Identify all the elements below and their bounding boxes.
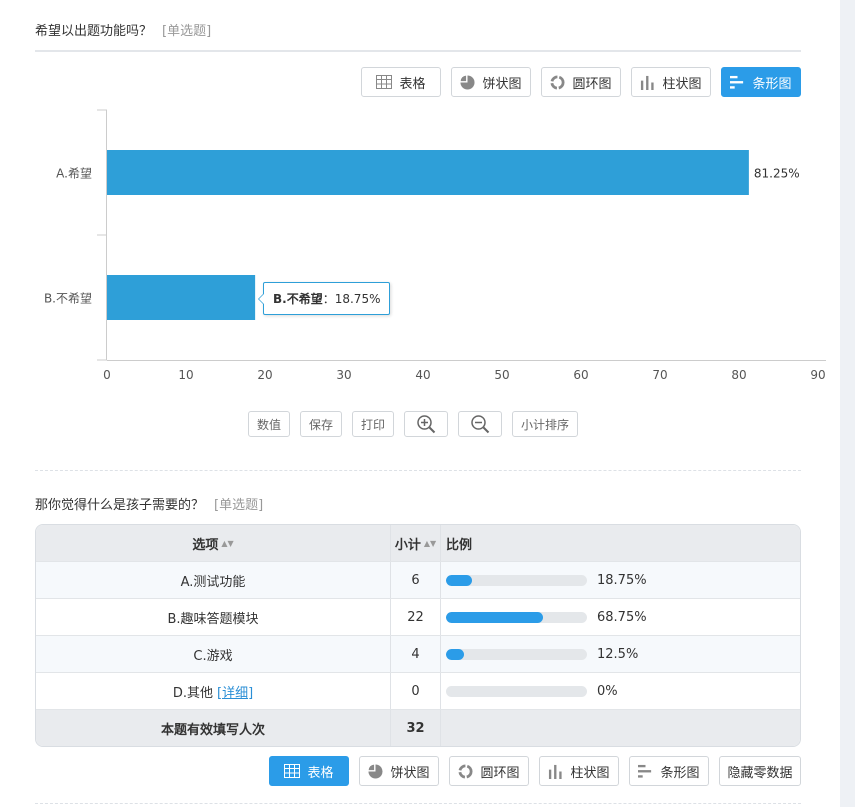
view-column-button[interactable]: 柱状图 — [631, 67, 711, 97]
row-option: B.趣味答题模块 — [36, 599, 391, 635]
column-chart-icon — [641, 75, 655, 90]
row-ratio: 68.75% — [441, 599, 800, 635]
x-tick-label: 10 — [178, 368, 193, 382]
table-icon — [376, 75, 393, 89]
view-bar-button[interactable]: 条形图 — [629, 756, 709, 786]
donut-chart-icon — [458, 763, 474, 779]
chart-tooltip: B.不希望 ：18.75% — [257, 282, 391, 315]
x-tick-label: 50 — [494, 368, 509, 382]
table-total-row: 本题有效填写人次 32 — [36, 709, 800, 746]
header-count[interactable]: 小计 ▲▼ — [391, 525, 441, 561]
data-label: 81.25% — [754, 167, 800, 181]
x-tick-label: 90 — [810, 368, 825, 382]
row-option: A.测试功能 — [36, 562, 391, 598]
question-1-type: [单选题] — [162, 24, 212, 39]
x-tick-label: 30 — [336, 368, 351, 382]
view-pie-button[interactable]: 饼状图 — [359, 756, 439, 786]
column-chart-icon — [549, 764, 563, 779]
category-label: A.希望 — [56, 166, 92, 181]
zoom-out-icon — [471, 415, 490, 434]
bar — [107, 150, 749, 195]
view-donut-button[interactable]: 圆环图 — [541, 67, 621, 97]
table-icon — [284, 764, 301, 778]
row-option: D.其他 [详细] — [36, 673, 391, 709]
row-ratio: 0% — [441, 673, 800, 709]
x-tick-label: 80 — [731, 368, 746, 382]
donut-chart-icon — [550, 74, 566, 90]
bar — [107, 275, 256, 320]
sort-icon: ▲▼ — [423, 538, 437, 548]
section-divider — [35, 803, 801, 804]
question-2-title: 那你觉得什么是孩子需要的？ [单选题] — [35, 494, 263, 513]
table-row: C.游戏 4 12.5% — [36, 635, 800, 672]
table-row: B.趣味答题模块 22 68.75% — [36, 598, 800, 635]
print-button[interactable]: 打印 — [352, 411, 394, 437]
row-count: 6 — [391, 562, 441, 598]
progress-bar — [446, 685, 587, 697]
bar-chart-icon — [730, 75, 744, 89]
view-donut-button[interactable]: 圆环图 — [449, 756, 529, 786]
pie-chart-icon — [368, 763, 384, 779]
row-option: C.游戏 — [36, 636, 391, 672]
row-count: 4 — [391, 636, 441, 672]
view-column-button[interactable]: 柱状图 — [539, 756, 619, 786]
row-count: 22 — [391, 599, 441, 635]
zoom-out-button[interactable] — [458, 411, 502, 437]
view-table-button[interactable]: 表格 — [269, 756, 349, 786]
x-tick-label: 70 — [652, 368, 667, 382]
show-values-button[interactable]: 数值 — [248, 411, 290, 437]
question-1-title: 希望以出题功能吗？ [单选题] — [35, 20, 211, 39]
category-label: B.不希望 — [44, 291, 92, 306]
divider — [35, 50, 801, 52]
total-label: 本题有效填写人次 — [36, 710, 391, 746]
header-ratio: 比例 — [446, 537, 473, 553]
question-2-type: [单选题] — [214, 498, 264, 513]
table-header: 选项 ▲▼ 小计 ▲▼ 比例 — [36, 525, 800, 561]
progress-bar — [446, 611, 587, 623]
x-tick-label: 40 — [415, 368, 430, 382]
view-table-button[interactable]: 表格 — [361, 67, 441, 97]
section-divider — [35, 470, 801, 471]
detail-link[interactable]: [详细] — [217, 682, 253, 701]
progress-fill — [446, 611, 543, 623]
question-1-text: 希望以出题功能吗？ — [35, 24, 153, 39]
x-tick-label: 0 — [103, 368, 111, 382]
x-tick-label: 20 — [257, 368, 272, 382]
x-tick-label: 60 — [573, 368, 588, 382]
zoom-in-button[interactable] — [404, 411, 448, 437]
row-ratio: 12.5% — [441, 636, 800, 672]
zoom-in-icon — [417, 415, 436, 434]
bar-chart-icon — [638, 764, 652, 778]
bar-chart: 0 10 20 30 40 50 60 70 80 90 A.希望 81.25% B.不希望 — [44, 109, 826, 382]
view-bar-button[interactable]: 条形图 — [721, 67, 801, 97]
progress-fill — [446, 648, 464, 660]
progress-bar — [446, 648, 587, 660]
sort-by-count-button[interactable]: 小计排序 — [512, 411, 578, 437]
question-2-text: 那你觉得什么是孩子需要的？ — [35, 498, 205, 513]
view-pie-button[interactable]: 饼状图 — [451, 67, 531, 97]
progress-fill — [446, 574, 473, 586]
row-count: 0 — [391, 673, 441, 709]
total-count: 32 — [391, 710, 441, 746]
results-table: 选项 ▲▼ 小计 ▲▼ 比例 A.测试功能 6 18.75% B.趣味答题模块 22… — [35, 524, 801, 747]
pie-chart-icon — [460, 74, 476, 90]
sort-icon: ▲▼ — [221, 538, 234, 548]
save-button[interactable]: 保存 — [300, 411, 342, 437]
progress-bar — [446, 574, 587, 586]
table-row: A.测试功能 6 18.75% — [36, 561, 800, 598]
row-ratio: 18.75% — [441, 562, 800, 598]
header-option[interactable]: 选项 ▲▼ — [36, 525, 391, 561]
scrollbar-track[interactable] — [840, 0, 855, 807]
hide-zero-data-button[interactable]: 隐藏零数据 — [719, 756, 801, 786]
table-row: D.其他 [详细] 0 0% — [36, 672, 800, 709]
